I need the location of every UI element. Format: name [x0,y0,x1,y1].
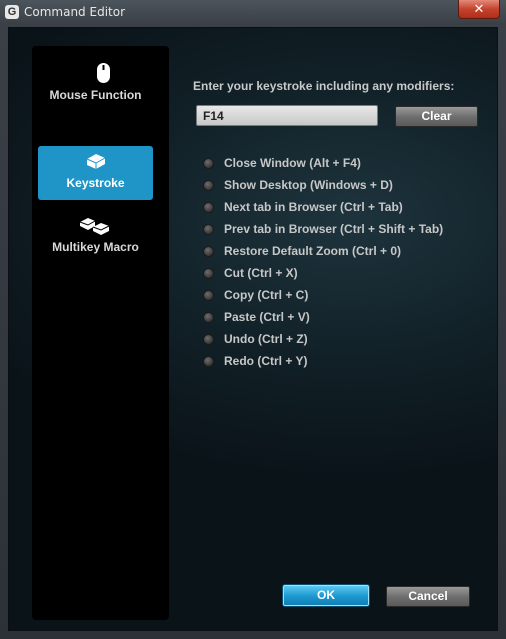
sidebar-item-multikey-macro[interactable]: Multikey Macro [38,210,153,264]
logitech-logo-icon: G [5,5,19,19]
sidebar-item-label: Keystroke [66,176,125,190]
option-label: Cut (Ctrl + X) [224,266,298,280]
option-show-desktop[interactable]: Show Desktop (Windows + D) [203,178,493,196]
option-label: Prev tab in Browser (Ctrl + Shift + Tab) [224,222,444,236]
radio-button[interactable] [203,268,214,279]
keystroke-input[interactable] [196,105,378,126]
radio-button[interactable] [203,246,214,257]
radio-button[interactable] [203,356,214,367]
keystroke-prompt: Enter your keystroke including any modif… [193,79,455,93]
ok-button[interactable]: OK [283,585,369,606]
window-title: Command Editor [24,5,126,19]
sidebar: Mouse Function Keystroke Multikey Macro [32,46,169,620]
radio-button[interactable] [203,180,214,191]
radio-button[interactable] [203,290,214,301]
radio-button[interactable] [203,202,214,213]
radio-button[interactable] [203,224,214,235]
sidebar-item-label: Multikey Macro [52,240,139,254]
option-copy[interactable]: Copy (Ctrl + C) [203,288,493,306]
option-cut[interactable]: Cut (Ctrl + X) [203,266,493,284]
option-undo[interactable]: Undo (Ctrl + Z) [203,332,493,350]
option-next-tab[interactable]: Next tab in Browser (Ctrl + Tab) [203,200,493,218]
option-label: Paste (Ctrl + V) [224,310,310,324]
option-restore-zoom[interactable]: Restore Default Zoom (Ctrl + 0) [203,244,493,262]
mouse-icon [38,62,153,84]
option-label: Restore Default Zoom (Ctrl + 0) [224,244,402,258]
option-label: Next tab in Browser (Ctrl + Tab) [224,200,403,214]
radio-button[interactable] [203,334,214,345]
option-label: Close Window (Alt + F4) [224,156,361,170]
radio-button[interactable] [203,158,214,169]
keyboard-key-icon [38,150,153,172]
title-bar[interactable]: G Command Editor ✕ [0,0,506,26]
option-label: Show Desktop (Windows + D) [224,178,393,192]
client-area: Mouse Function Keystroke Multikey Macro … [8,27,498,631]
sidebar-item-mouse-function[interactable]: Mouse Function [38,58,153,112]
multikey-icon [38,214,153,236]
option-label: Undo (Ctrl + Z) [224,332,308,346]
sidebar-item-label: Mouse Function [49,88,142,102]
sidebar-item-keystroke[interactable]: Keystroke [38,146,153,200]
clear-button[interactable]: Clear [395,106,478,127]
option-label: Redo (Ctrl + Y) [224,354,308,368]
option-label: Copy (Ctrl + C) [224,288,309,302]
radio-button[interactable] [203,312,214,323]
close-button[interactable]: ✕ [458,0,500,19]
option-paste[interactable]: Paste (Ctrl + V) [203,310,493,328]
command-editor-window: G Command Editor ✕ Mouse Function Keystr… [0,0,506,639]
option-close-window[interactable]: Close Window (Alt + F4) [203,156,493,174]
option-prev-tab[interactable]: Prev tab in Browser (Ctrl + Shift + Tab) [203,222,493,240]
option-redo[interactable]: Redo (Ctrl + Y) [203,354,493,372]
cancel-button[interactable]: Cancel [386,586,470,607]
